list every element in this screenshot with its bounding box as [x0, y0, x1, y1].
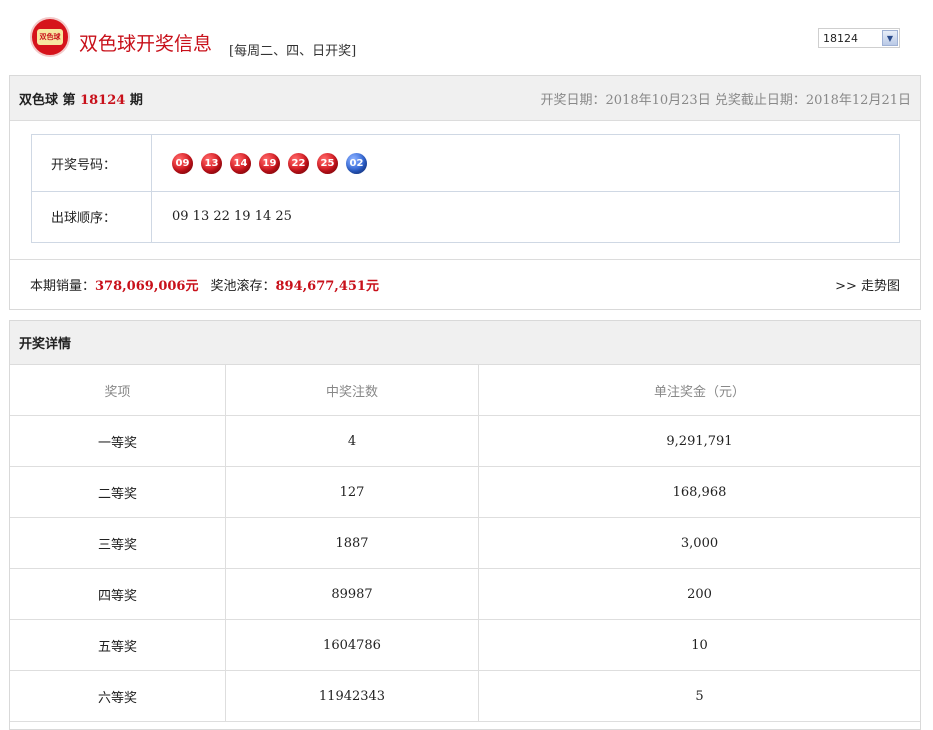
issue-heading: 双色球 第 18124 期 [19, 89, 143, 108]
winner-count: 127 [225, 466, 479, 518]
winner-count: 4 [225, 415, 479, 467]
logo-badge: 双色球 [37, 29, 63, 45]
red-ball: 14 [230, 152, 251, 174]
prize-amount: 168,968 [478, 466, 920, 518]
game-name: 双色球 第 [19, 92, 76, 108]
winning-balls: 09 13 14 19 22 25 02 [152, 152, 367, 174]
issue-select-value: 18124 [823, 31, 858, 45]
draw-order-row: 出球顺序： 09 13 22 19 14 25 [32, 191, 899, 242]
prize-level: 四等奖 [10, 568, 226, 620]
sales-summary: 本期销量：378,069,006元 奖池滚存：894,677,451元 >> 走势… [10, 259, 920, 309]
prize-amount: 3,000 [478, 517, 920, 569]
winner-count: 89987 [225, 568, 479, 620]
prize-amount: 5 [478, 670, 920, 722]
header-prize-amount: 单注奖金（元） [478, 365, 920, 416]
chevron-down-icon[interactable]: ▼ [882, 30, 898, 46]
draw-info-bar: 双色球 第 18124 期 开奖日期：2018年10月23日 兑奖截止日期：20… [10, 76, 920, 121]
pool-label: 奖池滚存： [210, 279, 276, 294]
prize-amount: 200 [478, 568, 920, 620]
draw-order-label: 出球顺序： [32, 191, 152, 242]
draw-result-table: 开奖号码： 09 13 14 19 22 25 02 出球顺序： 09 13 2… [31, 134, 900, 243]
red-ball: 22 [288, 152, 309, 174]
prize-level: 三等奖 [10, 517, 226, 569]
table-row: 四等奖 89987 200 [10, 568, 920, 620]
draw-order-value: 09 13 22 19 14 25 [172, 209, 292, 224]
prize-details-panel: 开奖详情 奖项 中奖注数 单注奖金（元） 一等奖 4 9,291,791 二等奖… [9, 320, 921, 730]
red-ball: 25 [317, 152, 338, 174]
table-row: 五等奖 1604786 10 [10, 619, 920, 671]
trend-chart-link[interactable]: >> 走势图 [835, 275, 900, 294]
page-header: 双色球 双色球开奖信息 [每周二、四、日开奖] 18124 ▼ [0, 0, 933, 75]
issue-select[interactable]: 18124 ▼ [818, 28, 900, 48]
prize-level: 一等奖 [10, 415, 226, 467]
table-row: 一等奖 4 9,291,791 [10, 415, 920, 467]
sales-label: 本期销量： [30, 279, 96, 294]
winner-count: 1604786 [225, 619, 479, 671]
red-ball: 19 [259, 152, 280, 174]
table-row: 二等奖 127 168,968 [10, 466, 920, 518]
table-row: 三等奖 1887 3,000 [10, 517, 920, 569]
prize-table-header: 奖项 中奖注数 单注奖金（元） [10, 365, 920, 416]
header-winner-count: 中奖注数 [225, 365, 479, 416]
red-ball: 13 [201, 152, 222, 174]
issue-number: 18124 [80, 92, 126, 108]
prize-level: 五等奖 [10, 619, 226, 671]
prize-level: 六等奖 [10, 670, 226, 722]
issue-suffix: 期 [129, 92, 143, 108]
prize-level: 二等奖 [10, 466, 226, 518]
pool-amount: 894,677,451元 [275, 279, 379, 294]
prize-amount: 10 [478, 619, 920, 671]
draw-schedule: [每周二、四、日开奖] [229, 44, 357, 59]
page-title: 双色球开奖信息 [79, 33, 213, 55]
winning-numbers-row: 开奖号码： 09 13 14 19 22 25 02 [32, 135, 899, 192]
winner-count: 1887 [225, 517, 479, 569]
table-row: 六等奖 11942343 5 [10, 670, 920, 722]
red-ball: 09 [172, 152, 193, 174]
sales-info: 本期销量：378,069,006元 奖池滚存：894,677,451元 [30, 275, 391, 294]
winning-numbers-label: 开奖号码： [32, 135, 152, 191]
draw-dates: 开奖日期：2018年10月23日 兑奖截止日期：2018年12月21日 [540, 92, 911, 108]
header-prize-level: 奖项 [10, 365, 226, 416]
draw-info-panel: 双色球 第 18124 期 开奖日期：2018年10月23日 兑奖截止日期：20… [9, 75, 921, 310]
prize-table: 奖项 中奖注数 单注奖金（元） 一等奖 4 9,291,791 二等奖 127 … [10, 365, 920, 722]
sales-amount: 378,069,006元 [95, 279, 199, 294]
blue-ball: 02 [346, 152, 367, 174]
winner-count: 11942343 [225, 670, 479, 722]
prize-amount: 9,291,791 [478, 415, 920, 467]
union-lotto-logo: 双色球 [30, 17, 70, 57]
prize-details-title: 开奖详情 [10, 321, 920, 365]
